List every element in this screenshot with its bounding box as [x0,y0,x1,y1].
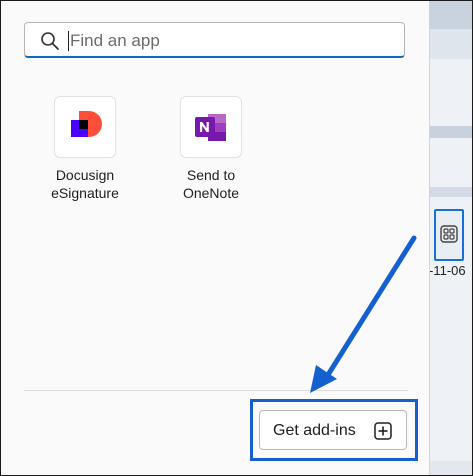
app-label: Send to OneNote [166,166,256,202]
search-box[interactable] [24,22,405,59]
background-toolbar [429,1,472,29]
app-picker-panel: Docusign eSignature Send to OneNote [1,1,430,475]
background-ribbon [429,29,472,59]
app-send-to-onenote[interactable]: Send to OneNote [166,96,256,202]
app-docusign[interactable]: Docusign eSignature [40,96,130,202]
background-header-band [429,126,472,138]
search-input[interactable] [68,23,392,59]
get-addins-label: Get add-ins [273,422,356,439]
app-tile[interactable] [54,96,116,158]
docusign-icon [71,111,102,137]
plus-square-icon [374,422,392,440]
apps-button[interactable] [434,209,464,261]
background-app: -11-06 [429,1,472,475]
background-row-band [429,187,472,197]
app-label: Docusign eSignature [40,166,130,202]
app-label-line2: OneNote [182,185,240,201]
background-date-text: -11-06 [429,263,466,278]
app-label-line1: Docusign [55,167,115,183]
divider [24,390,408,391]
app-tile[interactable] [180,96,242,158]
app-label-line2: eSignature [51,185,119,201]
get-addins-button[interactable]: Get add-ins [259,410,407,450]
onenote-icon [195,114,226,141]
window-frame: -11-06 Docusign eSignature [0,0,473,476]
apps-grid-icon [440,225,458,243]
search-icon [41,32,59,50]
app-label-line1: Send to [186,167,236,183]
background-footer-band [429,461,472,475]
